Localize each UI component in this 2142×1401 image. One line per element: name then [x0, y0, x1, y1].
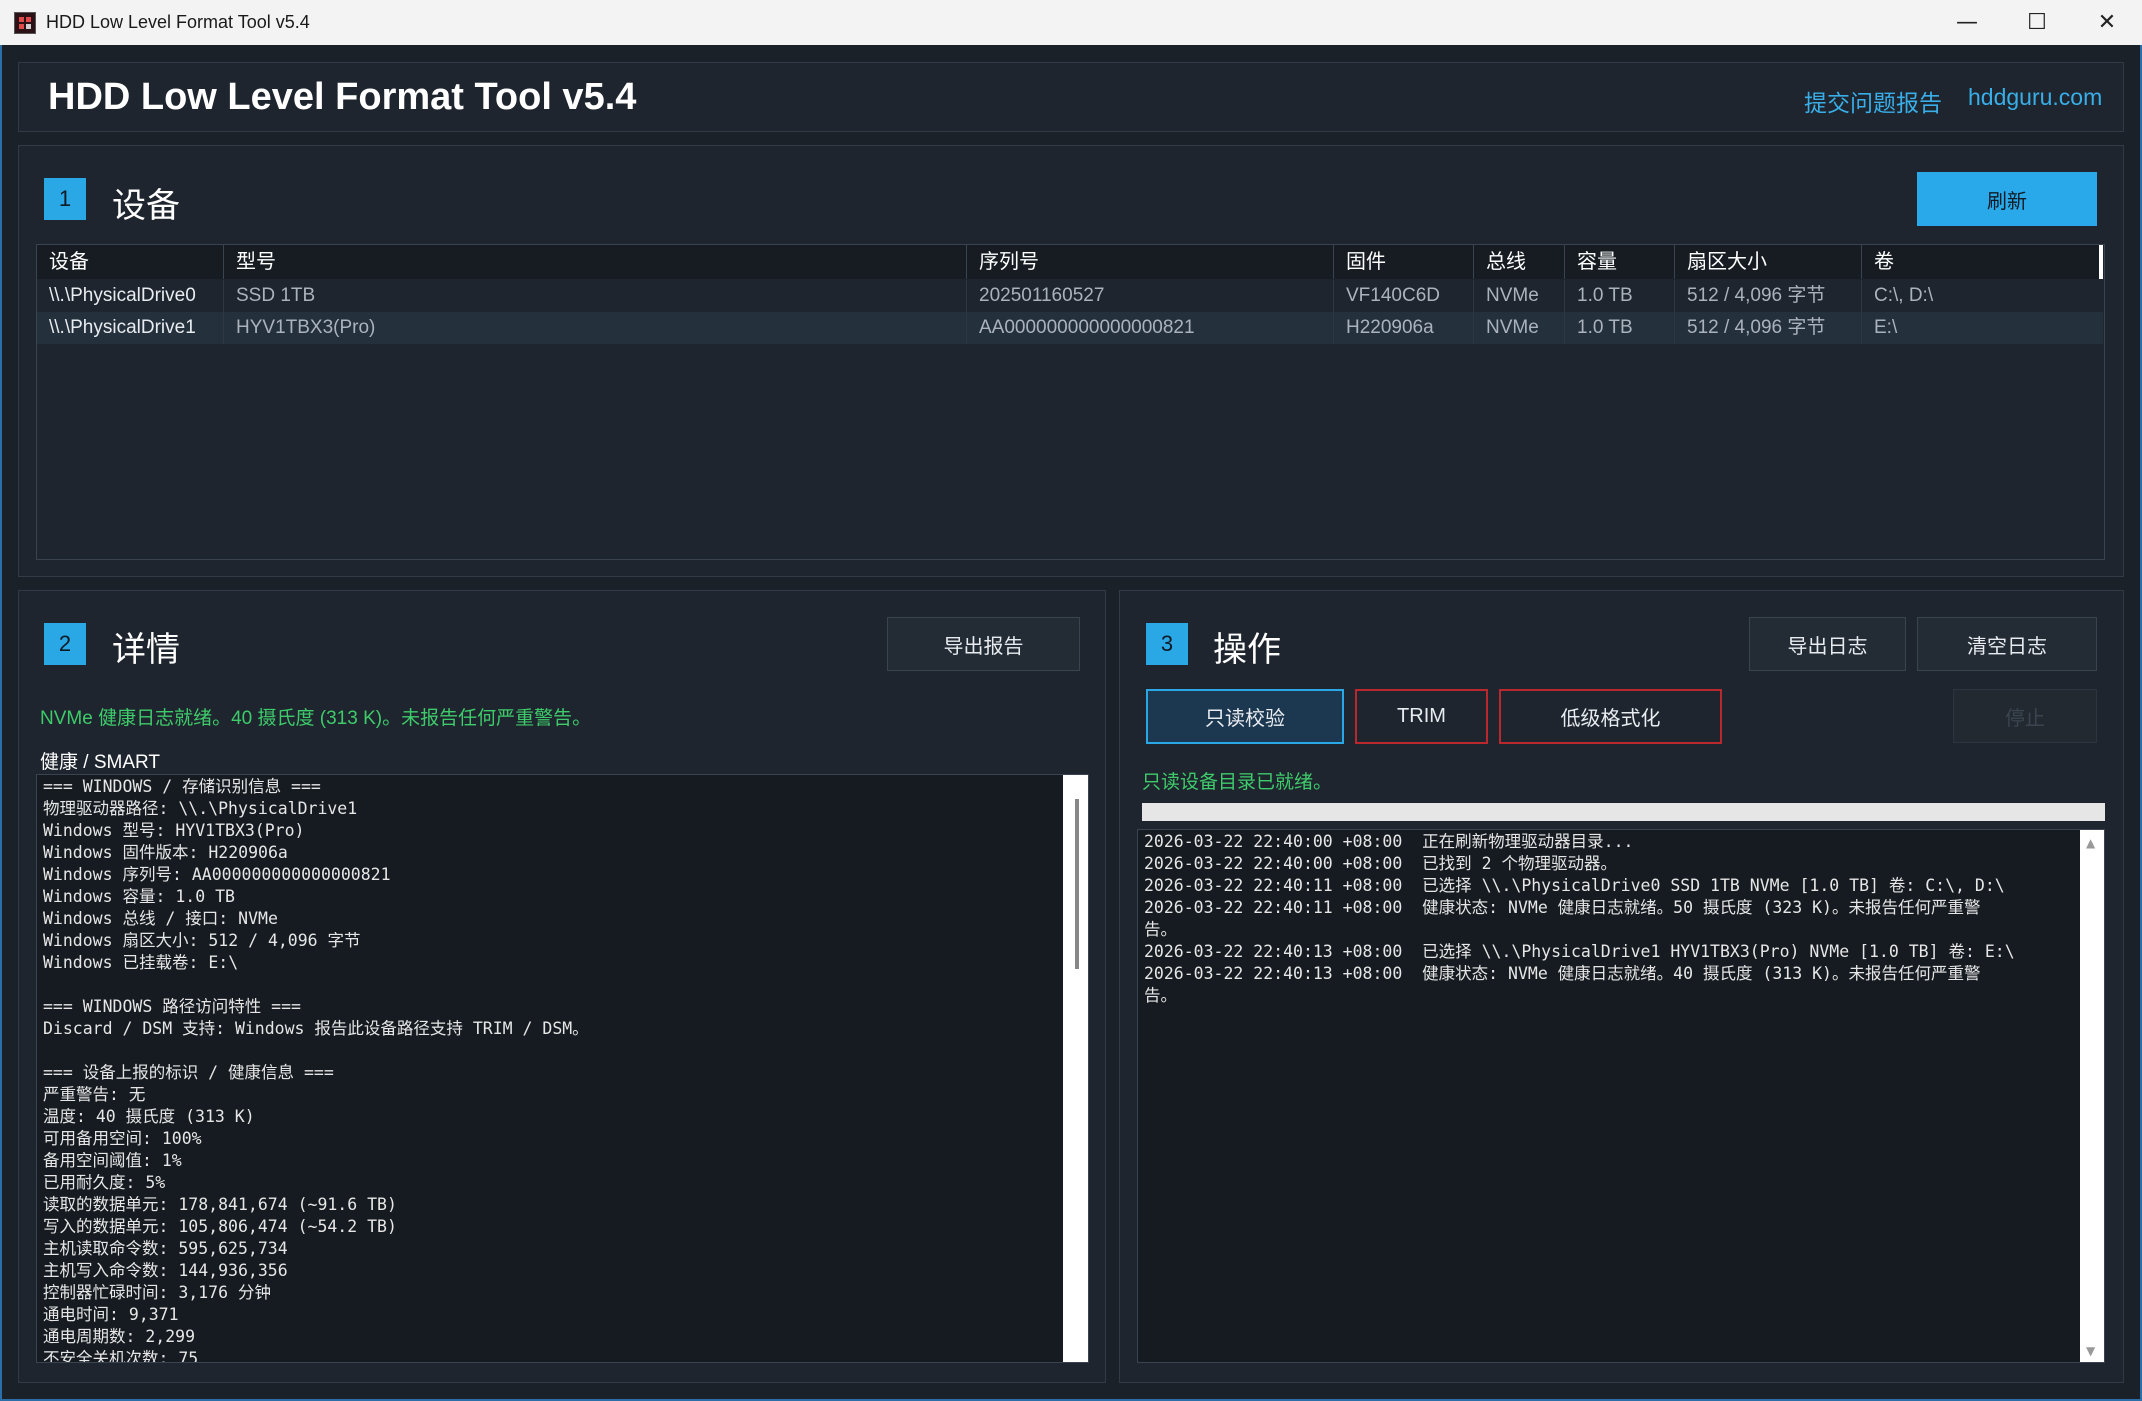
- report-issue-link[interactable]: 提交问题报告: [1804, 84, 1942, 118]
- health-status-text: NVMe 健康日志就绪。40 摄氏度 (313 K)。未报告任何严重警告。: [40, 708, 592, 729]
- column-header-model[interactable]: 型号: [224, 245, 967, 279]
- section-number-1: 1: [44, 178, 86, 220]
- minimize-button[interactable]: —: [1932, 0, 2002, 45]
- cell-bus: NVMe: [1474, 312, 1565, 344]
- window-title: HDD Low Level Format Tool v5.4: [46, 12, 310, 32]
- low-level-format-button[interactable]: 低级格式化: [1499, 689, 1722, 744]
- cell-bus: NVMe: [1474, 280, 1565, 312]
- operations-title: 操作: [1213, 631, 1281, 669]
- operation-status-text: 只读设备目录已就绪。: [1142, 772, 1333, 793]
- column-header-volume[interactable]: 卷: [1862, 245, 2103, 279]
- cell-volume: E:\: [1874, 317, 1898, 338]
- log-text: 2026-03-22 22:40:00 +08:00 正在刷新物理驱动器目录..…: [1144, 832, 2015, 1005]
- title-bar: HDD Low Level Format Tool v5.4 — ☐ ✕: [0, 0, 2142, 45]
- details-title: 详情: [112, 631, 180, 669]
- smart-scrollbar[interactable]: [1063, 775, 1088, 1362]
- cell-serial: 202501160527: [967, 280, 1334, 312]
- website-link[interactable]: hddguru.com: [1968, 84, 2102, 111]
- log-textbox[interactable]: 2026-03-22 22:40:00 +08:00 正在刷新物理驱动器目录..…: [1137, 829, 2105, 1363]
- app-title: HDD Low Level Format Tool v5.4: [48, 76, 637, 118]
- cell-device: \\.\PhysicalDrive0: [37, 280, 224, 312]
- section-number-3: 3: [1146, 623, 1188, 665]
- column-header-device[interactable]: 设备: [37, 245, 224, 279]
- operation-progress-bar: [1142, 803, 2105, 821]
- refresh-button[interactable]: 刷新: [1917, 172, 2097, 226]
- table-header: 设备 型号 序列号 固件 总线 容量 扇区大小 卷: [37, 245, 2103, 279]
- cell-sector-size: 512 / 4,096 字节: [1675, 280, 1862, 312]
- close-button[interactable]: ✕: [2072, 0, 2142, 45]
- readonly-verify-button[interactable]: 只读校验: [1146, 689, 1344, 744]
- smart-text: === WINDOWS / 存储识别信息 === 物理驱动器路径: \\.\Ph…: [43, 777, 589, 1363]
- cell-capacity: 1.0 TB: [1565, 280, 1675, 312]
- column-header-bus[interactable]: 总线: [1474, 245, 1565, 279]
- cell-firmware: VF140C6D: [1334, 280, 1474, 312]
- cell-capacity: 1.0 TB: [1565, 312, 1675, 344]
- cell-firmware: H220906a: [1334, 312, 1474, 344]
- section-number-2: 2: [44, 623, 86, 665]
- column-header-sector-size[interactable]: 扇区大小: [1675, 245, 1862, 279]
- cell-device: \\.\PhysicalDrive1: [37, 312, 224, 344]
- devices-title: 设备: [112, 187, 180, 225]
- app-icon: [14, 12, 36, 34]
- cell-model: SSD 1TB: [224, 280, 967, 312]
- stop-button[interactable]: 停止: [1953, 689, 2097, 743]
- scroll-down-icon[interactable]: ▼: [2086, 1344, 2095, 1358]
- smart-label: 健康 / SMART: [40, 752, 160, 773]
- cell-model: HYV1TBX3(Pro): [224, 312, 967, 344]
- log-scrollbar[interactable]: ▲ ▼: [2080, 830, 2104, 1362]
- smart-textbox[interactable]: === WINDOWS / 存储识别信息 === 物理驱动器路径: \\.\Ph…: [36, 774, 1089, 1363]
- column-header-firmware[interactable]: 固件: [1334, 245, 1474, 279]
- trim-button[interactable]: TRIM: [1355, 689, 1488, 744]
- export-report-button[interactable]: 导出报告: [887, 617, 1080, 671]
- device-table: 设备 型号 序列号 固件 总线 容量 扇区大小 卷 \\.\PhysicalDr…: [36, 244, 2105, 560]
- cell-volume: C:\, D:\: [1874, 285, 1934, 306]
- column-header-capacity[interactable]: 容量: [1565, 245, 1675, 279]
- clear-log-button[interactable]: 清空日志: [1917, 617, 2097, 671]
- export-log-button[interactable]: 导出日志: [1749, 617, 1906, 671]
- column-header-serial[interactable]: 序列号: [967, 245, 1334, 279]
- cell-serial: AA000000000000000821: [967, 312, 1334, 344]
- table-row-selected[interactable]: \\.\PhysicalDrive1 HYV1TBX3(Pro) AA00000…: [37, 312, 2103, 344]
- table-row[interactable]: \\.\PhysicalDrive0 SSD 1TB 202501160527 …: [37, 280, 2103, 312]
- maximize-button[interactable]: ☐: [2002, 0, 2072, 45]
- smart-scroll-thumb[interactable]: [1075, 799, 1079, 969]
- cell-sector-size: 512 / 4,096 字节: [1675, 312, 1862, 344]
- scroll-up-icon[interactable]: ▲: [2086, 836, 2095, 850]
